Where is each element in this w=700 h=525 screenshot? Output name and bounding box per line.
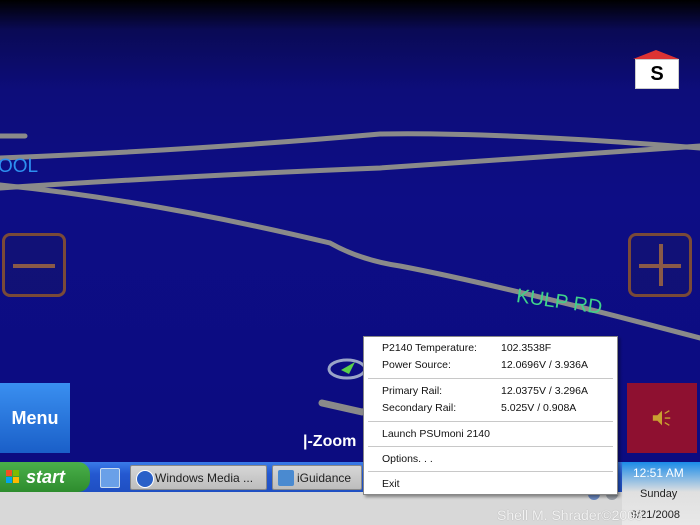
psu-context-menu: P2140 Temperature: 102.3538F Power Sourc… (363, 336, 618, 495)
windows-logo-icon (6, 470, 19, 483)
road-label-ool: OOL (0, 156, 39, 177)
minus-icon (13, 264, 55, 268)
start-button[interactable]: start (0, 462, 90, 492)
media-player-icon (136, 470, 154, 488)
menu-separator (368, 471, 613, 472)
taskbar-item-iguidance[interactable]: iGuidance (272, 465, 362, 490)
clock-day: Sunday (640, 488, 678, 500)
taskbar-item-label: iGuidance (297, 471, 352, 485)
menu-item-value: 102.3538F (501, 342, 552, 354)
show-desktop-icon[interactable] (100, 468, 120, 488)
speaker-icon (652, 410, 671, 426)
zoom-in-button[interactable] (628, 233, 692, 297)
watermark: Shell M. Shrader©2008 (497, 507, 643, 523)
iguidance-icon (278, 470, 294, 486)
taskbar-item-windows-media[interactable]: Windows Media ... (130, 465, 267, 490)
vehicle-position-icon (327, 358, 367, 380)
menu-item-value: 12.0696V / 3.936A (501, 359, 588, 371)
menu-item-label: P2140 Temperature: (382, 342, 477, 354)
menu-item-value: 12.0375V / 3.296A (501, 385, 588, 397)
menu-button[interactable]: Menu (0, 383, 70, 453)
taskbar-item-label: Windows Media ... (155, 471, 254, 485)
menu-item-label: Secondary Rail: (382, 402, 457, 414)
menu-item-label: Power Source: (382, 359, 451, 371)
menu-item-label: Exit (382, 478, 400, 490)
sound-button[interactable] (627, 383, 697, 453)
menu-item-label: Launch PSUmoni 2140 (382, 428, 490, 440)
menu-separator (368, 378, 613, 379)
compass-indicator[interactable]: S (633, 50, 679, 89)
menu-item-label: Options. . . (382, 453, 433, 465)
start-label: start (26, 467, 66, 487)
compass-letter: S (635, 59, 679, 89)
zoom-out-button[interactable] (2, 233, 66, 297)
menu-item-label: Primary Rail: (382, 385, 443, 397)
zoom-label: |-Zoom (303, 433, 357, 450)
menu-separator (368, 421, 613, 422)
menu-item-value: 5.025V / 0.908A (501, 402, 577, 414)
menu-separator (368, 446, 613, 447)
compass-roof-icon (633, 50, 679, 59)
clock-time[interactable]: 12:51 AM (633, 466, 684, 480)
